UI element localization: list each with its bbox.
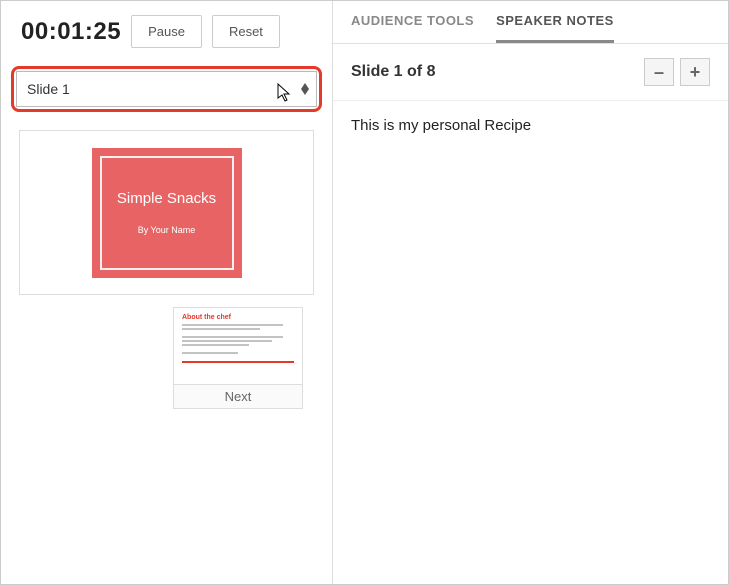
zoom-in-button[interactable]: + <box>680 58 710 86</box>
next-slide-wrap: About the chef Next <box>173 307 303 409</box>
left-panel: 00:01:25 Pause Reset Slide 1 Simple Snac… <box>1 1 333 584</box>
next-thumb-body <box>182 324 294 330</box>
timer-row: 00:01:25 Pause Reset <box>1 1 332 62</box>
right-panel: AUDIENCE TOOLS SPEAKER NOTES Slide 1 of … <box>333 1 728 584</box>
next-thumb-body3 <box>182 352 294 354</box>
reset-button[interactable]: Reset <box>212 15 280 48</box>
tab-audience-tools[interactable]: AUDIENCE TOOLS <box>351 13 474 43</box>
current-slide-preview[interactable]: Simple Snacks By Your Name <box>19 130 314 295</box>
tab-speaker-notes[interactable]: SPEAKER NOTES <box>496 13 614 43</box>
zoom-out-button[interactable]: – <box>644 58 674 86</box>
notes-slide-indicator: Slide 1 of 8 <box>351 63 435 81</box>
slide-selector-highlight: Slide 1 <box>11 66 322 112</box>
timer-display: 00:01:25 <box>21 18 121 46</box>
pause-button[interactable]: Pause <box>131 15 202 48</box>
slide-title-text: Simple Snacks <box>117 190 216 207</box>
next-slide-thumb[interactable]: About the chef <box>173 307 303 385</box>
tabs: AUDIENCE TOOLS SPEAKER NOTES <box>333 1 728 44</box>
slide-selector[interactable]: Slide 1 <box>16 71 317 107</box>
speaker-notes-content: This is my personal Recipe <box>333 101 728 584</box>
next-thumb-heading: About the chef <box>182 314 294 321</box>
zoom-controls: – + <box>644 58 710 86</box>
slide-byline-text: By Your Name <box>138 225 196 235</box>
next-slide-label[interactable]: Next <box>173 385 303 409</box>
notes-header: Slide 1 of 8 – + <box>333 44 728 101</box>
slide-content: Simple Snacks By Your Name <box>92 148 242 278</box>
presenter-view: 00:01:25 Pause Reset Slide 1 Simple Snac… <box>0 0 729 585</box>
next-thumb-body2 <box>182 336 294 346</box>
